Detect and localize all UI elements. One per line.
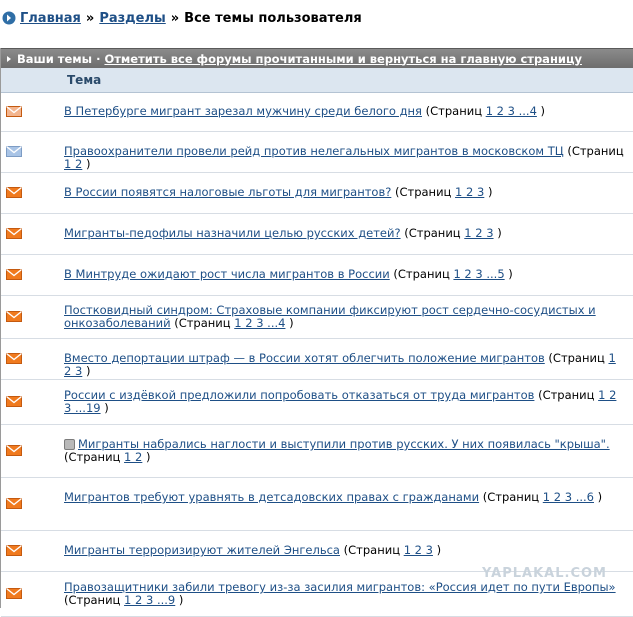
pages-label: (Страниц: [393, 267, 450, 281]
topic-title-link[interactable]: В Петербурге мигрант зарезал мужчину сре…: [64, 104, 422, 118]
envelope-icon: [6, 588, 22, 599]
breadcrumb-current: Все темы пользователя: [184, 10, 362, 26]
topic-text: Мигранты-педофилы назначили целью русски…: [64, 226, 502, 240]
header-dot: ·: [96, 51, 101, 66]
topic-title-link[interactable]: В России появятся налоговые льготы для м…: [64, 185, 391, 199]
envelope-icon: [6, 396, 22, 407]
topic-title-link[interactable]: Правозащитники забили тревогу из-за заси…: [64, 580, 616, 594]
watermark: YAPLAKAL.COM: [482, 566, 607, 581]
mark-all-read-link[interactable]: Отметить все форумы прочитанными и верну…: [104, 52, 582, 66]
pages-label: (Страниц: [343, 543, 401, 557]
pages-label: (Страниц: [548, 351, 605, 365]
topic-text: В Минтруде ожидают рост числа мигрантов …: [64, 267, 513, 281]
topic-title-link[interactable]: Мигранты-педофилы назначили целью русски…: [64, 226, 401, 240]
page-links[interactable]: 1 2 3 ...9: [124, 593, 175, 607]
pages-label: (Страниц: [64, 450, 121, 464]
topic-title-link[interactable]: Мигранты терроризируют жителей Энгельса: [64, 543, 340, 557]
topic-text: Правозащитники забили тревогу из-за заси…: [64, 580, 616, 607]
envelope-icon: [6, 146, 22, 157]
topic-title-link[interactable]: В Минтруде ожидают рост числа мигрантов …: [64, 267, 390, 281]
envelope-icon: [6, 498, 22, 509]
topic-text: Мигранты набрались наглости и выступили …: [64, 437, 610, 464]
topic-title-link[interactable]: Мигрантов требуют уравнять в детсадовски…: [64, 490, 479, 504]
page-links[interactable]: 1 2 3: [464, 226, 493, 240]
envelope-icon: [6, 269, 22, 280]
page-links[interactable]: 1 2: [64, 157, 82, 171]
page-links[interactable]: 1 2 3 ...4: [234, 316, 285, 330]
topic-title-link[interactable]: России с издёвкой предложили попробовать…: [64, 388, 534, 402]
topic-row: В Минтруде ожидают рост числа мигрантов …: [1, 255, 633, 296]
topic-text: Правоохранители провели рейд против неле…: [64, 144, 624, 171]
breadcrumb-home-link[interactable]: Главная: [20, 11, 81, 26]
page-links[interactable]: 1 2 3 ...6: [543, 490, 594, 504]
pages-label: (Страниц: [64, 593, 121, 607]
breadcrumb-separator: »: [170, 10, 180, 26]
envelope-icon: [6, 187, 22, 198]
pinned-icon: [64, 439, 75, 450]
topics-panel: Ваши темы · Отметить все форумы прочитан…: [0, 48, 633, 617]
page-links[interactable]: 1 2 3 ...4: [486, 104, 537, 118]
topic-text: Вместо депортации штраф — в России хотят…: [64, 351, 616, 378]
topic-row: Мигранты-педофилы назначили целью русски…: [1, 214, 633, 255]
breadcrumb-sections-link[interactable]: Разделы: [99, 11, 165, 26]
topic-text: В России появятся налоговые льготы для м…: [64, 185, 493, 199]
envelope-icon: [6, 445, 22, 456]
pages-label: (Страниц: [404, 226, 461, 240]
topic-title-link[interactable]: Правоохранители провели рейд против неле…: [64, 144, 564, 158]
topic-title-link[interactable]: Мигранты набрались наглости и выступили …: [78, 437, 610, 451]
pages-label: (Страниц: [482, 490, 540, 504]
topic-text: России с издёвкой предложили попробовать…: [64, 388, 617, 415]
topic-list: В Петербурге мигрант зарезал мужчину сре…: [1, 93, 633, 617]
topic-row: Постковидный синдром: Страховые компании…: [1, 296, 633, 339]
topic-row: Мигрантов требуют уравнять в детсадовски…: [1, 478, 633, 531]
envelope-icon: [6, 228, 22, 239]
topic-row: В Петербурге мигрант зарезал мужчину сре…: [1, 93, 633, 132]
topic-text: В Петербурге мигрант зарезал мужчину сре…: [64, 104, 546, 118]
column-header: Тема: [1, 68, 633, 93]
topic-row: Правоохранители провели рейд против неле…: [1, 132, 633, 173]
envelope-icon: [6, 311, 22, 322]
page-links[interactable]: 1 2 3: [404, 543, 433, 557]
pages-label: (Страниц: [174, 316, 231, 330]
pages-label: (Страниц: [567, 144, 624, 158]
page-links[interactable]: 1 2: [124, 450, 142, 464]
envelope-icon: [6, 545, 22, 556]
topic-title-link[interactable]: Постковидный синдром: Страховые компании…: [64, 303, 596, 330]
topic-title-link[interactable]: Вместо депортации штраф — в России хотят…: [64, 351, 545, 365]
topic-text: Постковидный синдром: Страховые компании…: [64, 303, 596, 330]
topic-row: России с издёвкой предложили попробовать…: [1, 380, 633, 425]
topic-column-title[interactable]: Тема: [67, 73, 101, 87]
page-links[interactable]: 1 2 3: [455, 185, 484, 199]
arrow-right-icon: [2, 11, 16, 25]
pages-label: (Страниц: [395, 185, 452, 199]
triangle-icon: [7, 55, 11, 62]
topic-row: Мигранты набрались наглости и выступили …: [1, 425, 633, 478]
panel-header: Ваши темы · Отметить все форумы прочитан…: [1, 48, 633, 68]
pages-label: (Страниц: [425, 104, 483, 118]
envelope-icon: [6, 106, 22, 117]
page-links[interactable]: 1 2 3 ...5: [453, 267, 504, 281]
envelope-icon: [6, 353, 22, 364]
topic-text: Мигранты терроризируют жителей Энгельса …: [64, 543, 442, 557]
breadcrumb: Главная » Разделы » Все темы пользовател…: [0, 8, 362, 28]
topic-text: Мигрантов требуют уравнять в детсадовски…: [64, 490, 603, 504]
pages-label: (Страниц: [538, 388, 595, 402]
your-topics-label: Ваши темы: [17, 51, 93, 66]
breadcrumb-separator: »: [85, 10, 95, 26]
topic-row: Вместо депортации штраф — в России хотят…: [1, 339, 633, 380]
topic-row: В России появятся налоговые льготы для м…: [1, 173, 633, 214]
